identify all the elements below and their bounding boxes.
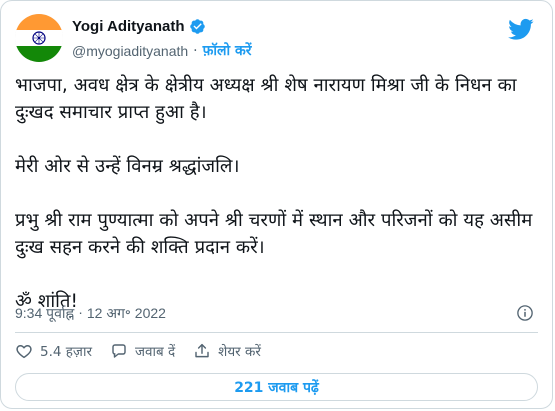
tweet-paragraph: प्रभु श्री राम पुण्यात्मा को अपने श्री च… xyxy=(15,210,539,258)
action-bar: 5.4 हज़ार जवाब दें शेयर करें xyxy=(15,342,261,360)
tweet-text: भाजपा, अवध क्षेत्र के क्षेत्रीय अध्यक्ष … xyxy=(15,72,535,315)
reply-label: जवाब दें xyxy=(134,344,176,360)
tweet-timestamp[interactable]: 9:34 पूर्वाह्न · 12 अग॰ 2022 xyxy=(15,304,166,323)
reply-button[interactable]: जवाब दें xyxy=(110,342,175,360)
divider xyxy=(15,332,538,333)
heart-icon xyxy=(16,345,32,359)
separator-dot: · xyxy=(193,42,198,59)
share-upload-icon xyxy=(195,343,209,358)
share-button[interactable]: शेयर करें xyxy=(193,342,261,360)
like-count: 5.4 हज़ार xyxy=(40,344,92,360)
india-flag-avatar-icon xyxy=(15,14,63,62)
info-icon[interactable] xyxy=(516,304,534,322)
avatar[interactable] xyxy=(15,14,63,62)
tweet-paragraph: भाजपा, अवध क्षेत्र के क्षेत्रीय अध्यक्ष … xyxy=(15,75,523,123)
name-row: Yogi Adityanath xyxy=(72,18,206,35)
tweet-paragraph: मेरी ओर से उन्हें विनम्र श्रद्धांजलि। xyxy=(15,156,240,177)
twitter-bird-icon[interactable] xyxy=(508,16,534,42)
separator-dot: · xyxy=(78,304,83,320)
user-handle[interactable]: @myogiadityanath xyxy=(72,43,188,59)
verified-badge-icon xyxy=(189,18,206,35)
speech-bubble-icon xyxy=(112,344,126,358)
tweet-time: 9:34 पूर्वाह्न xyxy=(15,305,75,321)
tweet-card: Yogi Adityanath @myogiadityanath · फ़ॉलो… xyxy=(0,0,553,409)
like-button[interactable]: 5.4 हज़ार xyxy=(15,342,92,360)
tweet-date: 12 अग॰ 2022 xyxy=(86,305,166,321)
handle-row: @myogiadityanath · फ़ॉलो करें xyxy=(72,41,252,60)
display-name[interactable]: Yogi Adityanath xyxy=(72,18,185,35)
tweet-header: Yogi Adityanath @myogiadityanath · फ़ॉलो… xyxy=(15,14,538,64)
share-label: शेयर करें xyxy=(218,344,261,360)
read-replies-button[interactable]: 221 जवाब पढ़ें xyxy=(15,373,538,401)
follow-button[interactable]: फ़ॉलो करें xyxy=(203,41,252,60)
